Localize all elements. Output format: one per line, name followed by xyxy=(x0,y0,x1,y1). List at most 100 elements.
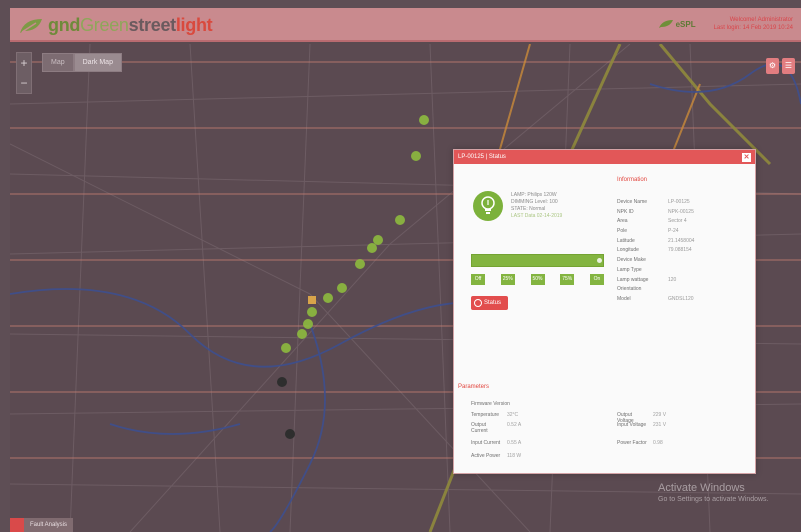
info-row: Latitude 21.1458004 xyxy=(617,237,749,247)
info-row: Device Make xyxy=(617,256,749,266)
device-popup: LP-00125 | Status ✕ Information LAMP: Ph… xyxy=(453,149,756,474)
watermark-title: Activate Windows xyxy=(658,482,745,494)
parameters-title: Parameters xyxy=(458,384,490,390)
app-window: gndGreenstreetlight eSPL Welcome! Admini… xyxy=(10,8,801,532)
dim-step-button[interactable]: Off xyxy=(471,274,485,285)
parameter-value: 0.98 xyxy=(653,440,663,446)
dimming-steps: Off 25% 50% 75% On xyxy=(471,274,604,285)
dim-step-button[interactable]: 50% xyxy=(530,274,545,285)
popup-title: LP-00125 | Status xyxy=(458,154,506,160)
info-row: NPK ID NPK-00125 xyxy=(617,208,749,218)
layer-map-button[interactable]: Map xyxy=(42,53,74,72)
info-label: Model xyxy=(617,295,631,302)
firmware-version-text: Firmware Version xyxy=(471,401,510,407)
close-icon[interactable]: ✕ xyxy=(742,152,751,162)
info-label: Area xyxy=(617,218,628,225)
info-label: Device Name xyxy=(617,199,648,205)
dimming-slider[interactable] xyxy=(471,254,604,267)
fault-analysis-tab[interactable]: Fault Analysis xyxy=(10,518,74,532)
partner-leaf-icon xyxy=(658,20,673,28)
info-value: Sector 4 xyxy=(668,218,687,225)
dim-step-button[interactable]: 75% xyxy=(560,274,575,285)
popup-header: LP-00125 | Status ✕ xyxy=(454,150,755,164)
info-value: LP-00125 xyxy=(668,199,690,205)
info-label: Latitude xyxy=(617,237,635,244)
info-row: Longitude 79.088154 xyxy=(617,246,749,256)
dimming-slider-handle[interactable] xyxy=(597,258,602,263)
user-info[interactable]: Welcome! Administrator Last login: 14 Fe… xyxy=(714,16,793,32)
info-label: Pole xyxy=(617,228,628,235)
layer-switcher: Map Dark Map xyxy=(42,53,122,72)
watermark-subtitle: Go to Settings to activate Windows. xyxy=(658,496,769,503)
info-value: 120 xyxy=(668,276,677,283)
top-header: gndGreenstreetlight eSPL Welcome! Admini… xyxy=(10,8,801,42)
power-icon xyxy=(474,299,482,307)
parameter-row: Power Factor 0.98 xyxy=(617,440,663,446)
information-title: Information xyxy=(617,177,648,183)
status-button[interactable]: Status xyxy=(471,296,509,310)
info-label: Longitude xyxy=(617,247,639,254)
brand-part-gnd: gnd xyxy=(48,15,81,35)
status-button-label: Status xyxy=(484,300,502,306)
settings-icon[interactable]: ⚙ xyxy=(766,58,779,74)
parameter-row: Input Voltage 231 V xyxy=(617,422,666,428)
lamp-meta-line: DIMMING Level: 100 xyxy=(511,199,558,205)
parameter-label: Active Power xyxy=(471,453,501,459)
last-login: Last login: 14 Feb 2019 10:24 xyxy=(713,25,793,31)
brand-part-green: Green xyxy=(80,15,129,35)
info-label: NPK ID xyxy=(617,208,634,215)
map-tools: ⚙ ☰ xyxy=(763,58,795,74)
info-row: Pole P-24 xyxy=(617,227,749,237)
info-row: Model GNDSL120 xyxy=(617,295,749,305)
lamp-meta-line: LAMP: Philips 120W xyxy=(511,192,557,198)
parameter-label: Input Voltage xyxy=(617,422,647,428)
brand-part-street: street xyxy=(128,15,177,35)
partner-name: eSPL xyxy=(675,19,696,29)
parameter-value: 0.52 A xyxy=(507,422,522,428)
zoom-control: + − xyxy=(16,52,32,94)
zoom-out-button[interactable]: − xyxy=(17,73,31,93)
information-table: Device Name LP-00125 NPK ID NPK-00125 Area Se… xyxy=(617,198,749,305)
parameter-value: 32°C xyxy=(507,412,519,418)
parameter-label: Temperature xyxy=(471,412,500,418)
parameter-row: Output Current 0.52 A xyxy=(471,422,521,434)
user-greeting: Welcome! Administrator xyxy=(729,17,793,23)
alert-icon xyxy=(10,518,24,532)
lamp-meta: LAMP: Philips 120W DIMMING Level: 100 ST… xyxy=(511,192,562,220)
layer-dark-map-button[interactable]: Dark Map xyxy=(73,53,122,72)
info-value: 21.1458004 xyxy=(668,237,695,244)
parameter-value: 231 V xyxy=(653,422,667,428)
lamp-status-badge xyxy=(473,191,503,221)
parameter-label: Output Current xyxy=(471,422,488,434)
menu-icon[interactable]: ☰ xyxy=(782,58,795,74)
info-label: Orientation xyxy=(617,286,642,293)
info-row: Lamp Type xyxy=(617,266,749,276)
info-value: GNDSL120 xyxy=(668,295,694,302)
info-label: Device Make xyxy=(617,257,646,264)
brand-name: gndGreenstreetlight xyxy=(48,15,213,36)
dim-step-button[interactable]: On xyxy=(590,274,604,285)
lamp-meta-line: STATE: Normal xyxy=(511,206,546,212)
parameter-row: Active Power 118 W xyxy=(471,453,521,459)
leaf-logo-icon xyxy=(18,17,44,35)
brand-part-light: light xyxy=(175,15,213,35)
parameter-row: Temperature 32°C xyxy=(471,412,518,418)
partner-logo: eSPL xyxy=(658,19,696,29)
info-value: 79.088154 xyxy=(668,247,692,254)
info-row: Device Name LP-00125 xyxy=(617,198,749,208)
parameter-value: 0.55 A xyxy=(507,440,522,446)
info-row: Orientation xyxy=(617,285,749,295)
fault-analysis-label: Fault Analysis xyxy=(30,522,68,528)
parameter-label: Input Current xyxy=(471,440,501,446)
parameter-row: Input Current 0.55 A xyxy=(471,440,521,446)
dim-step-button[interactable]: 25% xyxy=(500,274,515,285)
brand-logo[interactable]: gndGreenstreetlight xyxy=(18,15,213,36)
lamp-meta-line: LAST Data 02-14-2019 xyxy=(511,213,563,219)
info-value: P-24 xyxy=(668,228,679,235)
zoom-in-button[interactable]: + xyxy=(17,53,31,73)
lightbulb-icon xyxy=(481,196,495,214)
firmware-version-label: Firmware Version xyxy=(471,401,510,407)
parameter-label: Power Factor xyxy=(617,440,647,446)
info-label: Lamp Type xyxy=(617,266,642,273)
header-right: eSPL Welcome! Administrator Last login: … xyxy=(658,16,793,32)
